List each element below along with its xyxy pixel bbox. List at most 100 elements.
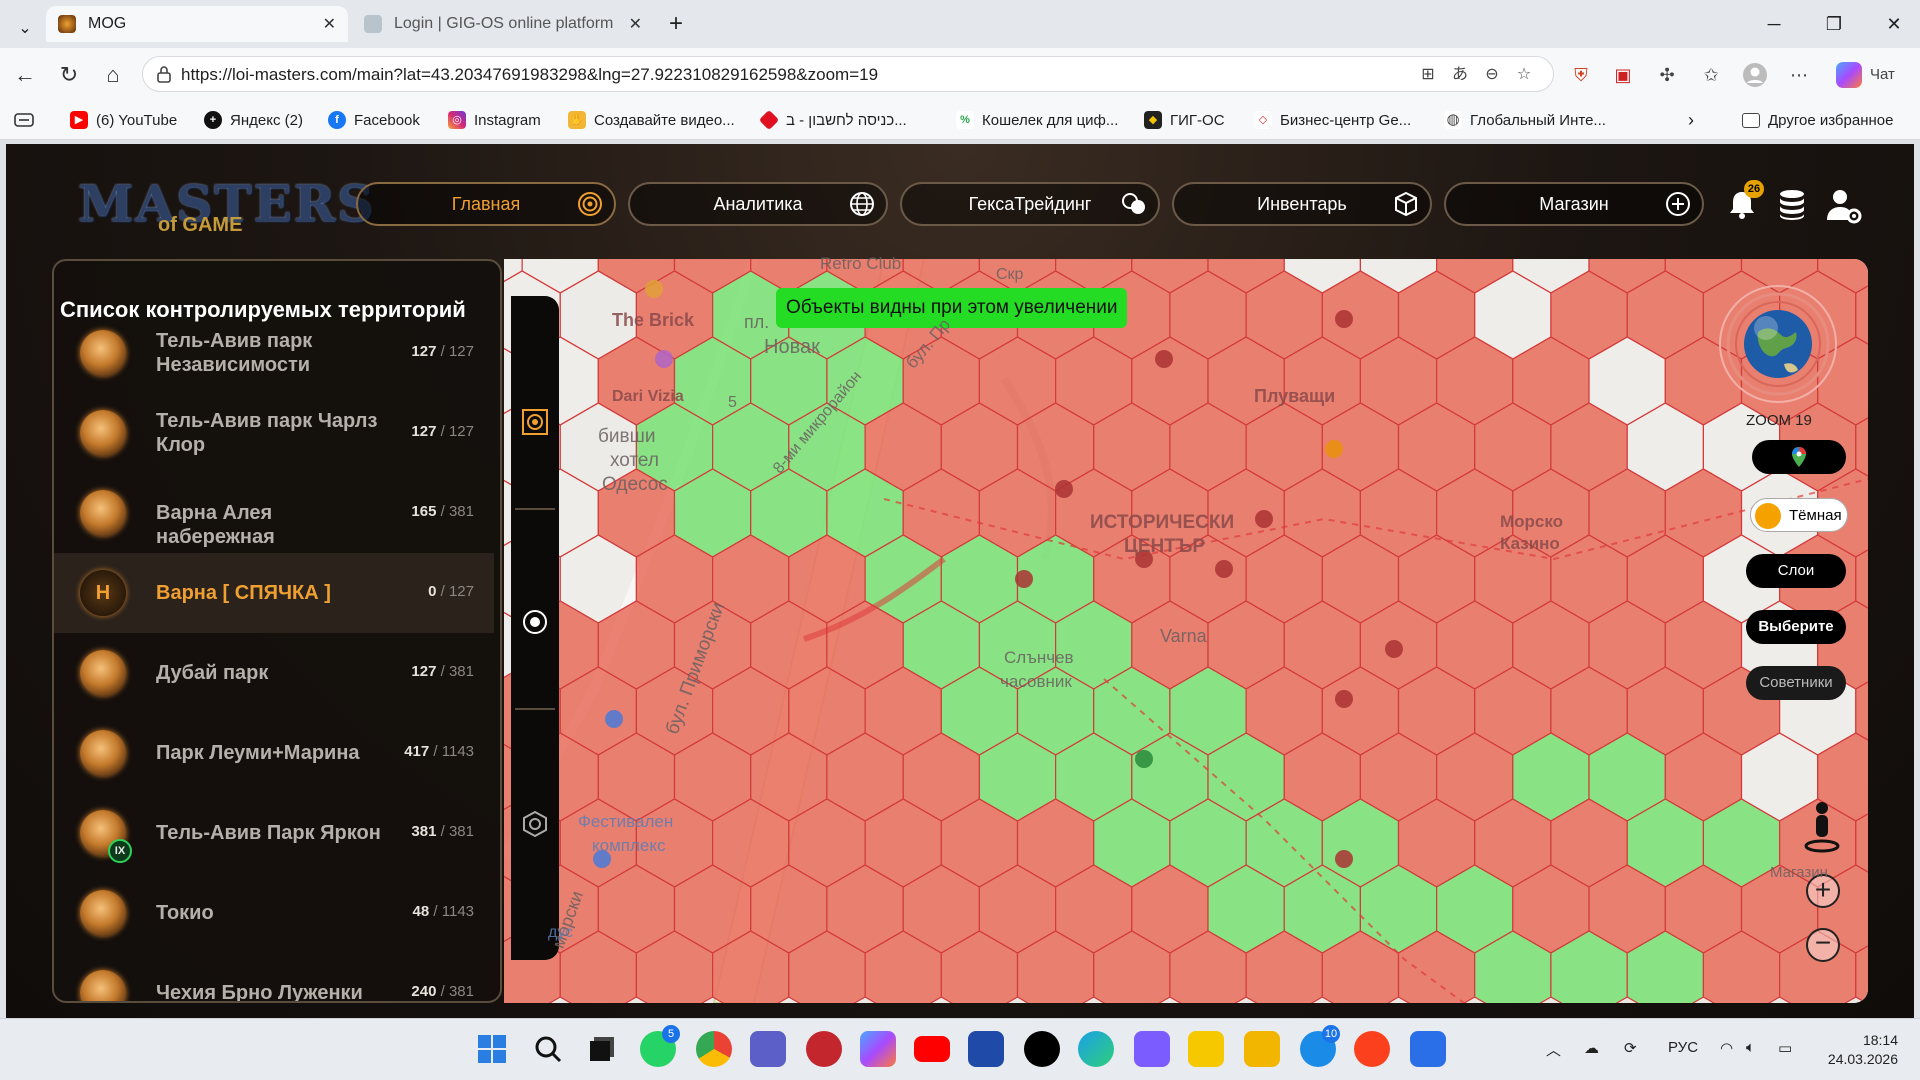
tab-gig-os[interactable]: Login | GIG-OS online platform ✕ <box>352 6 654 42</box>
wifi-icon[interactable]: ◠ <box>1720 1039 1733 1057</box>
nav-shop[interactable]: Магазин <box>1444 182 1704 226</box>
yandex-app[interactable] <box>1354 1031 1390 1067</box>
theme-toggle[interactable]: Тёмная <box>1750 498 1848 532</box>
cup-icon[interactable] <box>645 280 663 298</box>
territory-row[interactable]: Тель-Авив парк Чарлз Клор 127 / 127 <box>54 393 494 473</box>
close-icon[interactable]: ✕ <box>323 14 336 34</box>
nav-analytics[interactable]: Аналитика <box>628 182 888 226</box>
restore-button[interactable]: ❐ <box>1804 0 1864 48</box>
search-button[interactable] <box>530 1031 566 1067</box>
cloud-icon[interactable]: ☁ <box>1584 1039 1599 1057</box>
hexagon-icon[interactable] <box>521 810 549 838</box>
new-tab-button[interactable]: + <box>658 6 694 42</box>
sync-icon[interactable]: ⟳ <box>1624 1039 1637 1057</box>
territory-row[interactable]: Тель-Авив парк Независимости 127 / 127 <box>54 313 494 393</box>
reading-list-icon[interactable] <box>14 110 34 130</box>
bookmark-instagram[interactable]: ◎ Instagram <box>448 110 541 130</box>
edge-app[interactable] <box>1078 1031 1114 1067</box>
copilot-app[interactable] <box>860 1031 896 1067</box>
notifications-button[interactable]: 26 <box>1724 180 1764 226</box>
monument-icon[interactable] <box>1155 350 1173 368</box>
app-view-icon[interactable]: ⊞ <box>1417 64 1439 86</box>
copilot-chat-button[interactable]: Чат <box>1836 60 1906 90</box>
favorites-icon[interactable]: ✩ <box>1696 60 1726 90</box>
bookmark-gig-os[interactable]: ◆ ГИГ-ОС <box>1144 110 1225 130</box>
territory-row[interactable]: Токио 48 / 1143 <box>54 873 494 953</box>
bookmark-yandex[interactable]: + Яндекс (2) <box>204 110 303 130</box>
address-bar[interactable]: https://loi-masters.com/main?lat=43.2034… <box>142 56 1554 92</box>
extension-pdf-icon[interactable]: ▣ <box>1608 60 1638 90</box>
monument-icon[interactable] <box>1015 570 1033 588</box>
territory-row[interactable]: IX Тель-Авив Парк Яркон 381 / 381 <box>54 793 494 873</box>
tray-overflow-icon[interactable]: ︿ <box>1546 1039 1561 1060</box>
territory-row[interactable]: Варна Алея набережная 165 / 381 <box>54 473 494 553</box>
youtube-app[interactable] <box>914 1036 950 1062</box>
nav-inventory[interactable]: Инвентарь <box>1172 182 1432 226</box>
wallet-button[interactable] <box>1774 186 1814 226</box>
territory-row[interactable]: Чехия Брно Луженки 240 / 381 <box>54 953 494 1001</box>
target-square-icon[interactable] <box>521 408 549 436</box>
bookmarks-overflow-button[interactable]: › <box>1688 110 1694 130</box>
bookmark-youtube[interactable]: ▶ (6) YouTube <box>70 110 177 130</box>
user-settings-button[interactable] <box>1824 186 1864 226</box>
territory-row[interactable]: Парк Леуми+Марина 417 / 1143 <box>54 713 494 793</box>
nav-home[interactable]: Главная <box>356 182 616 226</box>
tent-icon[interactable] <box>1335 690 1353 708</box>
monument-icon[interactable] <box>1335 310 1353 328</box>
battery-icon[interactable]: ▭ <box>1778 1039 1792 1057</box>
panel-scrollbar[interactable] <box>500 331 502 991</box>
territory-row[interactable]: H Варна [ СПЯЧКА ] 0 / 127 <box>54 553 494 633</box>
logo[interactable]: MASTERS of GAME <box>78 174 373 238</box>
bowling-icon[interactable] <box>655 350 673 368</box>
reload-button[interactable]: ↻ <box>54 60 84 90</box>
whatsapp-app[interactable]: 5 <box>640 1025 680 1067</box>
bookmark-bank[interactable]: כניסה לחשבון - ב... <box>758 109 907 131</box>
restaurant-icon[interactable] <box>1325 440 1343 458</box>
bookmark-global[interactable]: ◍ Глобальный Инте... <box>1444 110 1606 130</box>
bookmark-wallet[interactable]: % Кошелек для циф... <box>956 110 1118 130</box>
language-indicator[interactable]: РУС <box>1668 1039 1698 1056</box>
parking-icon[interactable] <box>1335 850 1353 868</box>
explorer-app[interactable] <box>1244 1031 1280 1067</box>
more-menu-icon[interactable]: ⋯ <box>1784 60 1814 90</box>
museum-icon[interactable] <box>1055 480 1073 498</box>
back-button[interactable]: ← <box>10 60 40 90</box>
clock[interactable]: 18:14 24.03.2026 <box>1818 1031 1898 1069</box>
acrobat-app[interactable] <box>806 1031 842 1067</box>
minimize-button[interactable]: ─ <box>1744 0 1804 48</box>
favorite-star-icon[interactable]: ☆ <box>1513 64 1535 86</box>
location-button[interactable] <box>1752 440 1846 474</box>
chrome-app[interactable] <box>696 1031 732 1067</box>
street-view-pegman-icon[interactable] <box>1802 800 1842 856</box>
fountain-icon[interactable] <box>605 710 623 728</box>
profile-avatar-icon[interactable] <box>1740 60 1770 90</box>
tab-list-button[interactable]: ⌄ <box>8 10 42 46</box>
layers-button[interactable]: Слои <box>1746 554 1846 588</box>
monitor-app[interactable] <box>1410 1031 1446 1067</box>
monument-icon[interactable] <box>1255 510 1273 528</box>
extensions-icon[interactable]: ✣ <box>1652 60 1682 90</box>
bookmark-video[interactable]: ✋ Создавайте видео... <box>568 110 735 130</box>
globe-zoom-button[interactable] <box>1718 284 1838 404</box>
translate-icon[interactable]: あ <box>1449 64 1471 86</box>
bookmark-business[interactable]: ◇ Бизнес-центр Ge... <box>1254 110 1411 130</box>
teams-app[interactable] <box>750 1031 786 1067</box>
volume-icon[interactable]: 🔈︎ <box>1746 1039 1755 1056</box>
territory-row[interactable]: Дубай парк 127 / 381 <box>54 633 494 713</box>
ai-app[interactable] <box>1134 1031 1170 1067</box>
extension-shield-icon[interactable]: ⛨ <box>1566 60 1596 90</box>
tiktok-app[interactable] <box>1024 1031 1060 1067</box>
trading-app[interactable] <box>1188 1031 1224 1067</box>
task-view-button[interactable] <box>584 1031 620 1067</box>
start-button[interactable] <box>474 1031 510 1067</box>
bookmark-facebook[interactable]: f Facebook <box>328 110 420 130</box>
nav-hexatrading[interactable]: ГексаТрейдинг <box>900 182 1160 226</box>
store-app[interactable] <box>968 1031 1004 1067</box>
ms-store-app[interactable]: 10 <box>1300 1025 1340 1067</box>
flower-icon[interactable] <box>1385 640 1403 658</box>
home-button[interactable]: ⌂ <box>98 60 128 90</box>
close-window-button[interactable]: ✕ <box>1864 0 1920 48</box>
zoom-icon[interactable]: ⊖ <box>1481 64 1503 86</box>
radio-dot-icon[interactable] <box>521 608 549 636</box>
advisors-button[interactable]: Советники <box>1746 666 1846 700</box>
